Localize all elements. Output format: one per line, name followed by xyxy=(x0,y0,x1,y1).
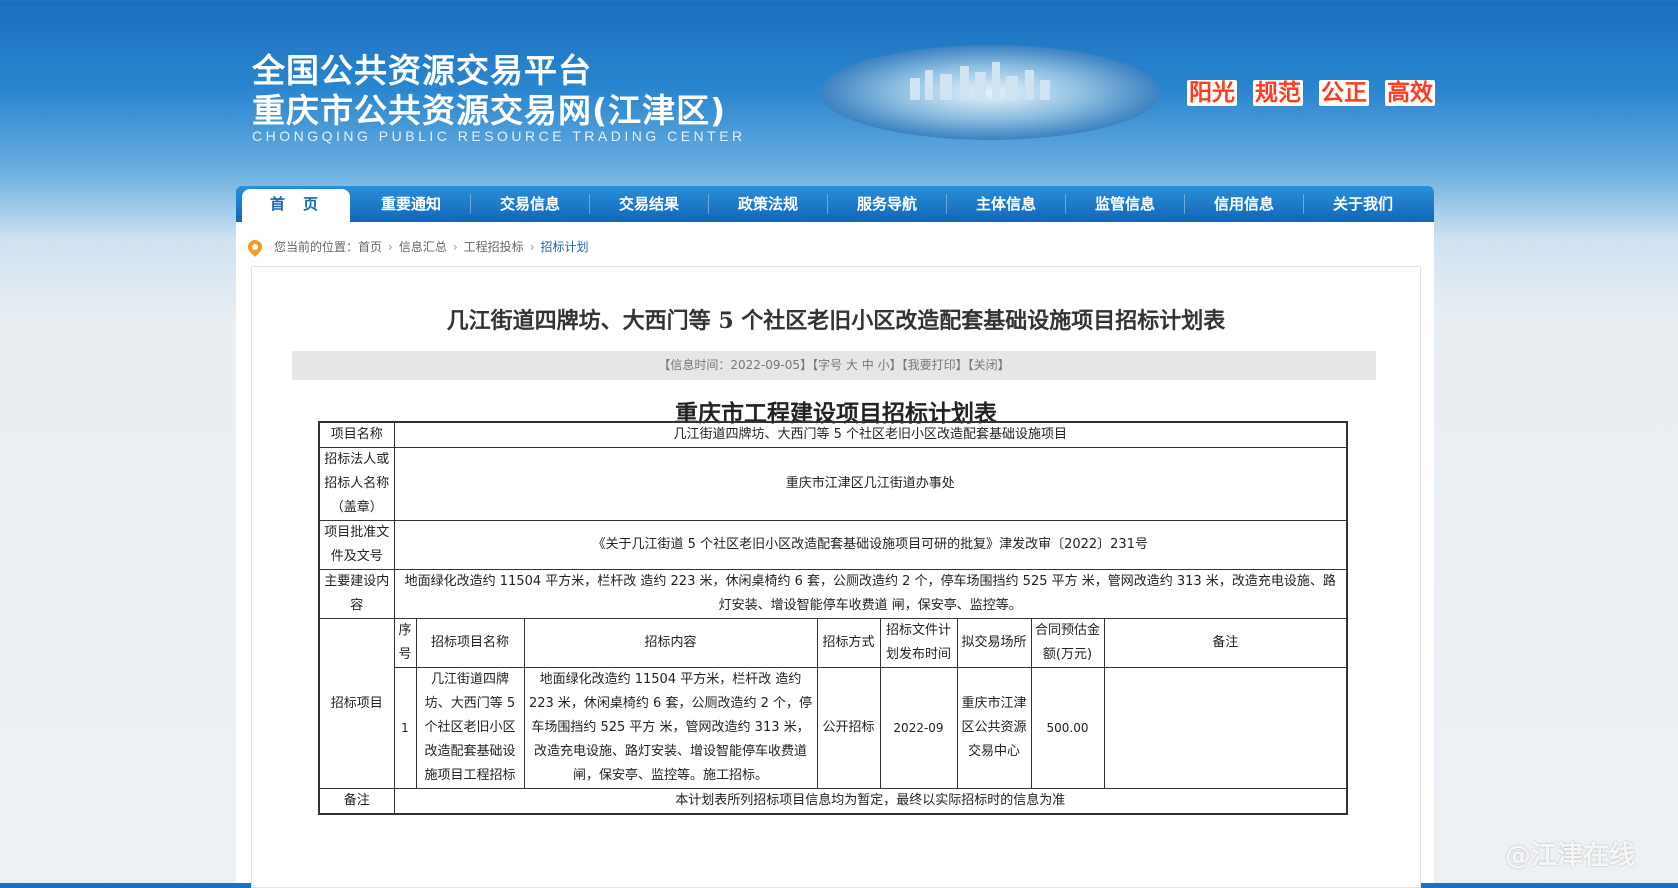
tenderer-value: 重庆市江津区几江街道办事处 xyxy=(393,447,1348,521)
location-pin-icon xyxy=(245,236,265,257)
nav-item-supervision-info[interactable]: 监管信息 xyxy=(1066,186,1184,222)
remark-value: 本计划表所列招标项目信息均为暂定，最终以实际招标时的信息为准 xyxy=(393,788,1348,815)
slogans: 阳光 规范 公正 高效 xyxy=(1187,80,1435,106)
bidding-items-label: 招标项目 xyxy=(318,618,395,789)
header-amount: 合同预估金额(万元) xyxy=(1030,618,1105,668)
main-content-label: 主要建设内容 xyxy=(318,569,395,619)
nav-item-notices[interactable]: 重要通知 xyxy=(352,186,470,222)
nav-item-home[interactable]: 首页 xyxy=(242,189,350,222)
header-content: 招标内容 xyxy=(523,618,818,668)
approval-value: 《关于几江街道 5 个社区老旧小区改造配套基础设施项目可研的批复》津发改审〔20… xyxy=(393,520,1348,570)
nav-item-trade-results[interactable]: 交易结果 xyxy=(590,186,708,222)
article-title: 几江街道四牌坊、大西门等 5 个社区老旧小区改造配套基础设施项目招标计划表 xyxy=(446,308,1226,334)
close-link[interactable]: 【关闭】 xyxy=(968,358,1010,372)
font-size-label: 【字号 xyxy=(812,358,843,372)
project-name-label: 项目名称 xyxy=(318,421,395,448)
table-row: 主要建设内容 地面绿化改造约 11504 平方米，栏杆改 造约 223 米，休闲… xyxy=(318,569,1348,619)
header-no: 序号 xyxy=(393,618,417,668)
table-row: 1 几江街道四牌坊、大西门等 5 个社区老旧小区改造配套基础设施项目工程招标 地… xyxy=(319,667,1348,789)
nav-item-credit-info[interactable]: 信用信息 xyxy=(1185,186,1303,222)
slogan-standard: 规范 xyxy=(1253,80,1303,106)
print-link[interactable]: 【我要打印】 xyxy=(902,358,968,372)
article-panel: 几江街道四牌坊、大西门等 5 个社区老旧小区改造配套基础设施项目招标计划表 【信… xyxy=(251,266,1421,888)
nav-item-policies[interactable]: 政策法规 xyxy=(709,186,827,222)
table-row: 项目批准文件及文号 《关于几江街道 5 个社区老旧小区改造配套基础设施项目可研的… xyxy=(318,520,1348,570)
project-name-value: 几江街道四牌坊、大西门等 5 个社区老旧小区改造配套基础设施项目 xyxy=(393,421,1348,448)
cell-publish-time: 2022-09 xyxy=(879,667,958,789)
city-banner-image xyxy=(820,45,1160,140)
site-title-line2: 重庆市公共资源交易网(江津区) xyxy=(252,91,727,130)
cell-item-name: 几江街道四牌坊、大西门等 5 个社区老旧小区改造配套基础设施项目工程招标 xyxy=(415,667,525,789)
font-size-large-link[interactable]: 大 xyxy=(846,358,858,372)
table-row: 备注 本计划表所列招标项目信息均为暂定，最终以实际招标时的信息为准 xyxy=(318,788,1348,815)
table-row: 项目名称 几江街道四牌坊、大西门等 5 个社区老旧小区改造配套基础设施项目 xyxy=(318,421,1348,448)
nav-item-service-guide[interactable]: 服务导航 xyxy=(828,186,946,222)
table-row: 招标项目 序号 招标项目名称 招标内容 招标方式 招标文件计划发布时间 拟交易场… xyxy=(318,618,1348,789)
slogan-sunshine: 阳光 xyxy=(1187,80,1237,106)
nav-item-trade-info[interactable]: 交易信息 xyxy=(471,186,589,222)
site-header: 全国公共资源交易平台 重庆市公共资源交易网(江津区) CHONGQING PUB… xyxy=(0,0,1678,185)
cell-content: 地面绿化改造约 11504 平方米，栏杆改 造约 223 米，休闲桌椅约 6 套… xyxy=(523,667,818,789)
site-subtitle: CHONGQING PUBLIC RESOURCE TRADING CENTER xyxy=(252,128,746,144)
table-row: 招标法人或招标人名称（盖章） 重庆市江津区几江街道办事处 xyxy=(318,447,1348,521)
breadcrumb: 您当前的位置： 首页 › 信息汇总 › 工程招投标 › 招标计划 xyxy=(245,236,589,257)
header-venue: 拟交易场所 xyxy=(956,618,1032,668)
header-publish-time: 招标文件计划发布时间 xyxy=(879,618,958,668)
nav-item-entity-info[interactable]: 主体信息 xyxy=(947,186,1065,222)
slogan-efficient: 高效 xyxy=(1385,80,1435,106)
slogan-fair: 公正 xyxy=(1319,80,1369,106)
breadcrumb-info-summary[interactable]: 信息汇总 xyxy=(399,238,447,255)
article-info-bar: 【信息时间：2022-09-05】【字号 大 中 小】【我要打印】【关闭】 xyxy=(292,351,1376,380)
breadcrumb-engineering-bidding[interactable]: 工程招投标 xyxy=(464,238,524,255)
breadcrumb-bidding-plan[interactable]: 招标计划 xyxy=(541,238,589,255)
header-item-name: 招标项目名称 xyxy=(415,618,525,668)
content-container: 您当前的位置： 首页 › 信息汇总 › 工程招投标 › 招标计划 几江街道四牌坊… xyxy=(236,222,1434,888)
main-content-value: 地面绿化改造约 11504 平方米，栏杆改 造约 223 米，休闲桌椅约 6 套… xyxy=(393,569,1348,619)
remark-label: 备注 xyxy=(318,788,395,815)
cell-method: 公开招标 xyxy=(816,667,881,789)
watermark: @江津在线 xyxy=(1505,841,1636,871)
cell-amount: 500.00 xyxy=(1030,667,1105,789)
tenderer-label: 招标法人或招标人名称（盖章） xyxy=(318,447,395,521)
cell-remark xyxy=(1103,667,1348,789)
nav-item-about-us[interactable]: 关于我们 xyxy=(1304,186,1422,222)
header-method: 招标方式 xyxy=(816,618,881,668)
info-time: 【信息时间：2022-09-05】 xyxy=(658,358,813,372)
cell-venue: 重庆市江津区公共资源交易中心 xyxy=(956,667,1032,789)
chevron-right-icon: › xyxy=(529,239,535,254)
approval-label: 项目批准文件及文号 xyxy=(318,520,395,570)
bidding-plan-table: 项目名称 几江街道四牌坊、大西门等 5 个社区老旧小区改造配套基础设施项目 招标… xyxy=(318,421,1348,815)
breadcrumb-prefix: 您当前的位置： xyxy=(274,240,359,254)
chevron-right-icon: › xyxy=(388,239,393,254)
main-nav: 首页 重要通知 交易信息 交易结果 政策法规 服务导航 主体信息 监管信息 信用… xyxy=(236,186,1434,222)
header-remark: 备注 xyxy=(1103,618,1348,668)
font-size-small-link[interactable]: 小】 xyxy=(878,358,902,372)
font-size-medium-link[interactable]: 中 xyxy=(862,358,874,372)
breadcrumb-home[interactable]: 首页 xyxy=(358,238,382,255)
chevron-right-icon: › xyxy=(452,239,458,254)
cell-no: 1 xyxy=(393,667,417,789)
